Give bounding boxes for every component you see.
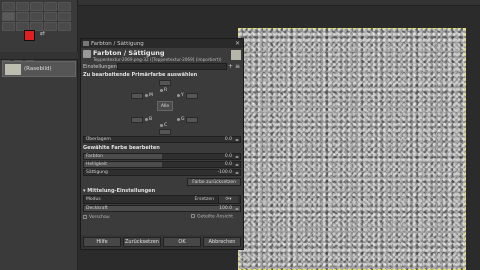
red-swatch[interactable]	[159, 80, 171, 86]
spin-arrows-icon[interactable]: ◂▸	[235, 170, 239, 176]
presets-label: Einstellungen:	[83, 63, 119, 70]
add-preset-icon[interactable]: +	[227, 63, 234, 70]
rect-select-tool-icon[interactable]	[16, 2, 29, 11]
hue-saturation-icon	[83, 50, 91, 58]
green-label: G	[181, 117, 185, 122]
presets-row: Einstellungen: + ≡	[81, 62, 243, 71]
horizontal-ruler	[78, 0, 480, 6]
lasso-tool-icon[interactable]	[30, 2, 43, 11]
dialog-window-title: Farbton / Sättigung	[91, 41, 144, 47]
hue-slider[interactable]: Farbton 0.0 ◂▸	[83, 153, 241, 160]
saturation-value: -100.0	[217, 170, 232, 175]
eraser-tool-icon[interactable]	[58, 12, 71, 21]
crop-tool-icon[interactable]	[58, 2, 71, 11]
opacity-slider[interactable]: Deckkraft 100.0 ◂▸	[83, 205, 241, 212]
toolbox-panel: ⇄ (Rasebild)	[0, 0, 78, 270]
transform-tool-icon[interactable]	[2, 12, 15, 21]
all-colors-button[interactable]: Alle	[157, 101, 173, 111]
tool-grid	[2, 2, 74, 31]
magenta-radio[interactable]	[145, 94, 148, 97]
split-view-label: Geteilte Ansicht	[197, 214, 233, 220]
yellow-label: Y	[181, 93, 184, 98]
overlap-slider[interactable]: Überlagern 0.0 ◂▸	[83, 136, 241, 143]
overlap-label: Überlagern	[86, 137, 112, 142]
blue-label: B	[149, 117, 153, 122]
image-thumbnail	[231, 50, 241, 60]
hue-saturation-dialog: Farbton / Sättigung ✕ Farbton / Sättigun…	[80, 38, 244, 250]
red-radio[interactable]	[160, 89, 163, 92]
lightness-slider[interactable]: Helligkeit 0.0 ◂▸	[83, 161, 241, 168]
swap-colors-icon[interactable]: ⇄	[40, 30, 45, 37]
spin-arrows-icon[interactable]: ◂▸	[235, 137, 239, 143]
blue-swatch[interactable]	[131, 117, 143, 123]
layer-thumbnail	[5, 64, 21, 75]
split-view-checkbox[interactable]	[191, 214, 196, 219]
dialog-button-bar: Hilfe Zurücksetzen OK Abbrechen	[81, 235, 243, 249]
saturation-label: Sättigung	[86, 170, 108, 175]
cyan-swatch[interactable]	[159, 129, 171, 135]
help-button[interactable]: Hilfe	[83, 237, 121, 247]
reset-button[interactable]: Zurücksetzen	[123, 237, 161, 247]
cancel-button[interactable]: Abbrechen	[203, 237, 241, 247]
spin-arrows-icon[interactable]: ◂▸	[235, 206, 239, 212]
preset-menu-icon[interactable]: ≡	[234, 63, 241, 70]
yellow-swatch[interactable]	[186, 93, 198, 99]
paintbrush-tool-icon[interactable]	[44, 12, 57, 21]
preview-checkbox[interactable]	[83, 215, 87, 219]
move-tool-icon[interactable]	[2, 2, 15, 11]
cyan-radio[interactable]	[160, 124, 163, 127]
reset-color-button[interactable]: Farbe zurücksetzen	[187, 178, 241, 186]
green-swatch[interactable]	[186, 117, 198, 123]
green-radio[interactable]	[177, 118, 180, 121]
mode-label: Modus	[86, 197, 101, 202]
blend-mode-combo[interactable]: Modus Ersetzen ⟳▾	[83, 195, 241, 204]
lightness-value: 0.0	[224, 162, 232, 167]
collapse-chevron-icon[interactable]: ▾	[83, 188, 86, 194]
ok-button[interactable]: OK	[163, 237, 201, 247]
clone-tool-icon[interactable]	[2, 22, 15, 31]
warp-tool-icon[interactable]	[16, 12, 29, 21]
opacity-label: Deckkraft	[86, 206, 108, 211]
presets-combo[interactable]	[117, 63, 227, 70]
preview-label: Vorschau	[89, 214, 110, 220]
lightness-label: Helligkeit	[86, 162, 107, 167]
hue-value: 0.0	[224, 154, 232, 159]
dock-tabbar	[0, 52, 78, 66]
bucket-fill-tool-icon[interactable]	[30, 12, 43, 21]
spin-arrows-icon[interactable]: ◂▸	[235, 162, 239, 168]
close-icon[interactable]: ✕	[235, 40, 240, 47]
opacity-value: 100.0	[219, 206, 232, 211]
magenta-swatch[interactable]	[131, 93, 143, 99]
zoom-tool-icon[interactable]	[58, 22, 71, 31]
yellow-radio[interactable]	[177, 94, 180, 97]
spin-arrows-icon[interactable]: ◂▸	[235, 154, 239, 160]
layer-name: (Rasebild)	[24, 66, 52, 72]
dialog-titlebar[interactable]: Farbton / Sättigung ✕	[81, 39, 243, 48]
cyan-label: C	[164, 123, 168, 128]
blend-options-icon[interactable]: ⟳▾	[218, 196, 238, 203]
section-blending: ▾ Mittelung-Einstellungen	[81, 187, 243, 195]
preview-row: Vorschau Geteilte Ansicht	[81, 213, 243, 221]
mode-value: Ersetzen	[194, 197, 214, 202]
hue-label: Farbton	[86, 154, 104, 159]
fuzzy-select-tool-icon[interactable]	[44, 2, 57, 11]
blue-radio[interactable]	[145, 118, 148, 121]
dialog-app-icon	[83, 41, 89, 46]
foreground-color[interactable]	[24, 30, 35, 41]
overlap-value: 0.0	[224, 137, 232, 142]
saturation-slider[interactable]: Sättigung -100.0 ◂▸	[83, 169, 241, 176]
magenta-label: M	[149, 93, 153, 98]
section-primary-color: Zu bearbeitende Primärfarbe auswählen	[83, 72, 198, 78]
layer-row[interactable]: (Rasebild)	[2, 61, 76, 77]
section-blending-label: Mittelung-Einstellungen	[87, 188, 156, 194]
section-edit-color: Gewählte Farbe bearbeiten	[83, 145, 160, 151]
red-label: R	[164, 88, 168, 93]
split-view-toggle[interactable]: Geteilte Ansicht	[191, 214, 233, 220]
dialog-header-title: Farbton / Sättigung	[93, 49, 165, 57]
dialog-header: Farbton / Sättigung Teppentextur-2069.pn…	[81, 48, 243, 62]
layer-boundary	[238, 28, 466, 270]
primary-color-selector: R M Y Alle B G C	[81, 79, 243, 135]
color-swatches[interactable]: ⇄	[24, 30, 48, 50]
